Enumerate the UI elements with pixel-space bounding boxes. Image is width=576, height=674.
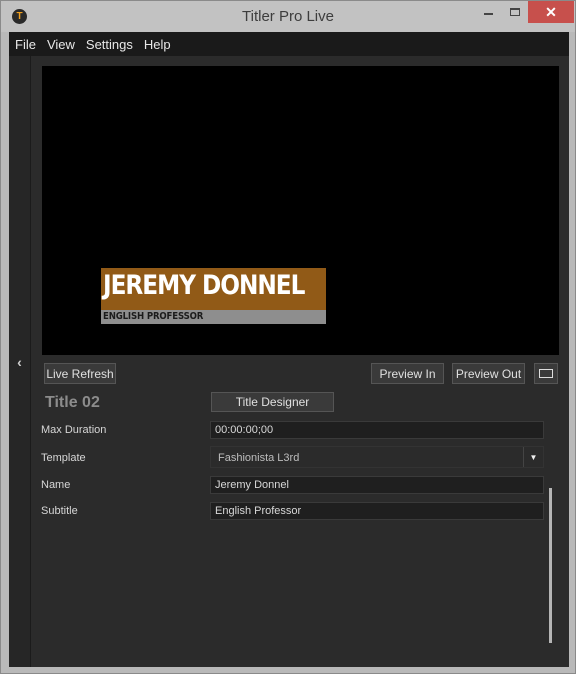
name-input[interactable]: Jeremy Donnel bbox=[210, 476, 544, 494]
sidebar-collapse-toggle[interactable]: ‹ bbox=[9, 56, 31, 667]
close-icon: ✕ bbox=[545, 3, 557, 20]
name-label: Name bbox=[41, 479, 71, 491]
template-select[interactable]: Fashionista L3rd ▼ bbox=[210, 446, 544, 468]
menu-file[interactable]: File bbox=[10, 37, 41, 52]
maximize-button[interactable] bbox=[502, 1, 528, 23]
menu-help[interactable]: Help bbox=[139, 37, 176, 52]
maximize-icon bbox=[510, 8, 520, 16]
dropdown-arrow-icon[interactable]: ▼ bbox=[523, 447, 543, 467]
lower-third-subtitle: ENGLISH PROFESSOR bbox=[103, 311, 204, 322]
preview-out-button[interactable]: Preview Out bbox=[452, 363, 525, 384]
main-panel: ‹ JEREMY DONNEL ENGLISH PROFESSOR Live R… bbox=[9, 56, 569, 667]
minimize-icon bbox=[483, 12, 493, 15]
subtitle-label: Subtitle bbox=[41, 505, 78, 517]
lower-third-name-bar: JEREMY DONNEL bbox=[101, 268, 326, 310]
max-duration-label: Max Duration bbox=[41, 424, 107, 436]
menu-bar: File View Settings Help bbox=[9, 32, 569, 56]
video-preview: JEREMY DONNEL ENGLISH PROFESSOR bbox=[42, 66, 559, 355]
title-name: Title 02 bbox=[45, 394, 100, 411]
subtitle-input[interactable]: English Professor bbox=[210, 502, 544, 520]
template-label: Template bbox=[41, 452, 86, 464]
vertical-scrollbar[interactable] bbox=[549, 488, 552, 643]
menu-settings[interactable]: Settings bbox=[81, 37, 138, 52]
title-designer-button[interactable]: Title Designer bbox=[211, 392, 334, 412]
lower-third-subtitle-bar: ENGLISH PROFESSOR bbox=[101, 310, 326, 324]
preview-in-button[interactable]: Preview In bbox=[371, 363, 444, 384]
menu-view[interactable]: View bbox=[42, 37, 80, 52]
lower-third-name: JEREMY DONNEL bbox=[103, 270, 305, 301]
template-value: Fashionista L3rd bbox=[218, 452, 300, 464]
close-button[interactable]: ✕ bbox=[528, 1, 574, 23]
fullscreen-button[interactable] bbox=[534, 363, 558, 384]
fullscreen-icon bbox=[539, 369, 553, 378]
max-duration-input[interactable]: 00:00:00;00 bbox=[210, 421, 544, 439]
title-bar[interactable]: T Titler Pro Live ✕ bbox=[1, 1, 575, 32]
live-refresh-button[interactable]: Live Refresh bbox=[44, 363, 116, 384]
app-window: T Titler Pro Live ✕ File View Settings H… bbox=[0, 0, 576, 674]
chevron-left-icon: ‹ bbox=[17, 353, 22, 370]
minimize-button[interactable] bbox=[475, 1, 501, 23]
